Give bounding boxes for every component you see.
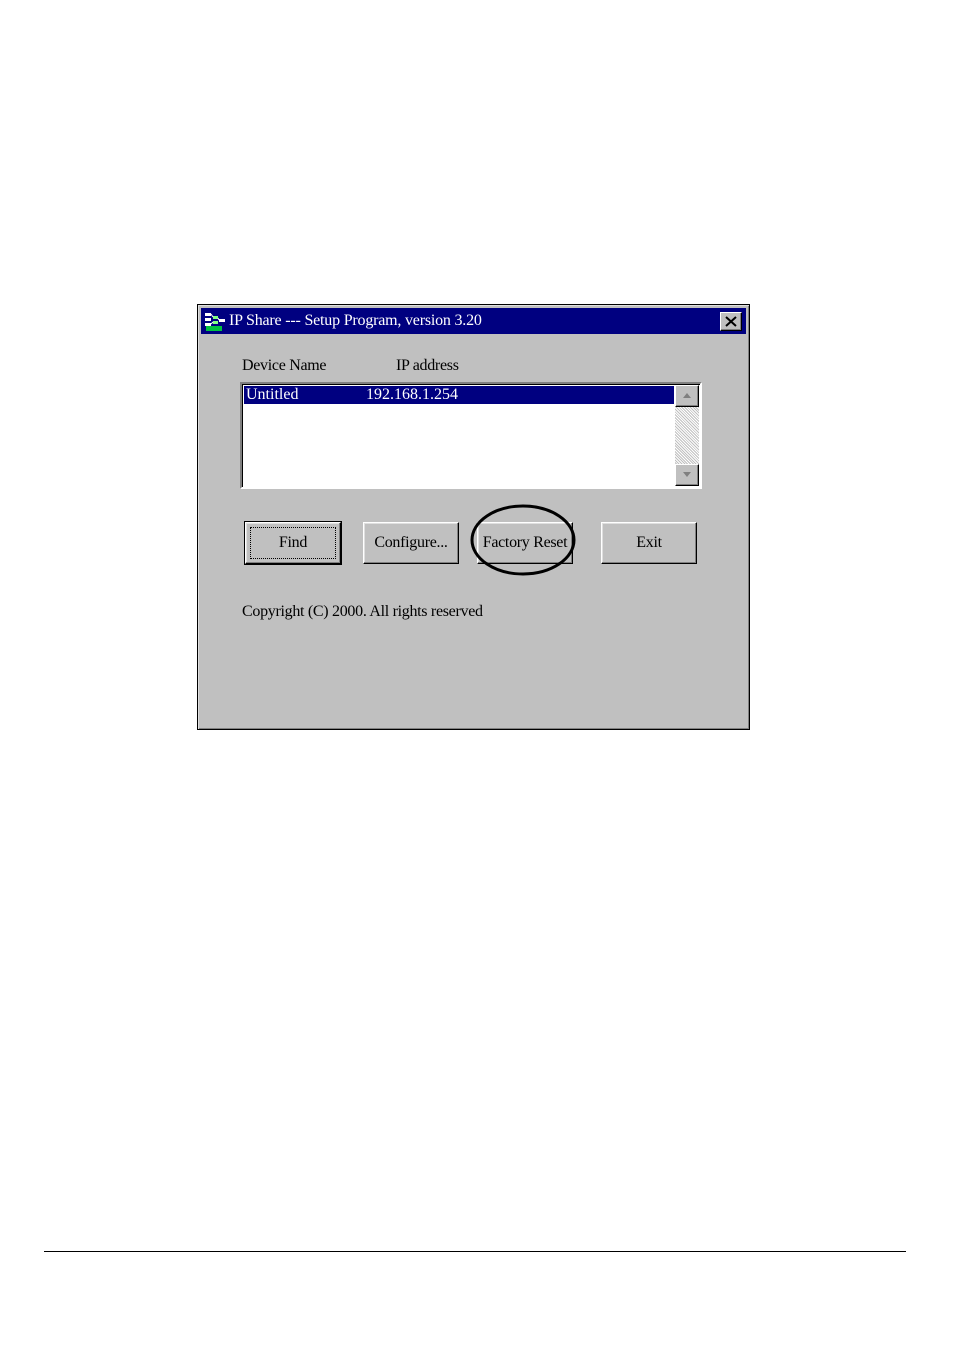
exit-button-label: Exit — [636, 534, 662, 551]
arrow-down-icon — [683, 472, 691, 477]
window-title: IP Share --- Setup Program, version 3.20 — [229, 312, 482, 329]
vertical-scrollbar[interactable] — [675, 385, 699, 486]
scroll-down-button[interactable] — [675, 464, 699, 486]
arrow-up-icon — [683, 393, 691, 398]
factory-reset-button[interactable]: Factory Reset — [477, 522, 573, 564]
close-button[interactable] — [720, 312, 742, 331]
device-listbox[interactable]: Untitled 192.168.1.254 — [240, 382, 702, 489]
find-button[interactable]: Find — [244, 521, 342, 565]
exit-button[interactable]: Exit — [601, 522, 697, 564]
device-name-cell: Untitled — [246, 386, 299, 403]
list-item[interactable]: Untitled 192.168.1.254 — [244, 386, 674, 404]
title-bar[interactable]: IP Share --- Setup Program, version 3.20 — [201, 308, 746, 334]
column-header-device-name: Device Name — [242, 357, 327, 374]
column-header-ip-address: IP address — [396, 357, 459, 374]
footer-divider — [44, 1251, 906, 1252]
close-icon — [725, 316, 737, 327]
copyright-text: Copyright (C) 2000. All rights reserved — [242, 603, 483, 620]
focus-ring — [250, 527, 336, 559]
configure-button[interactable]: Configure... — [363, 522, 459, 564]
scroll-up-button[interactable] — [675, 385, 699, 407]
setup-dialog: IP Share --- Setup Program, version 3.20… — [197, 304, 750, 730]
factory-reset-button-label: Factory Reset — [482, 534, 568, 551]
network-app-icon — [204, 311, 226, 332]
ip-address-cell: 192.168.1.254 — [366, 386, 458, 403]
configure-button-label: Configure... — [374, 534, 448, 551]
